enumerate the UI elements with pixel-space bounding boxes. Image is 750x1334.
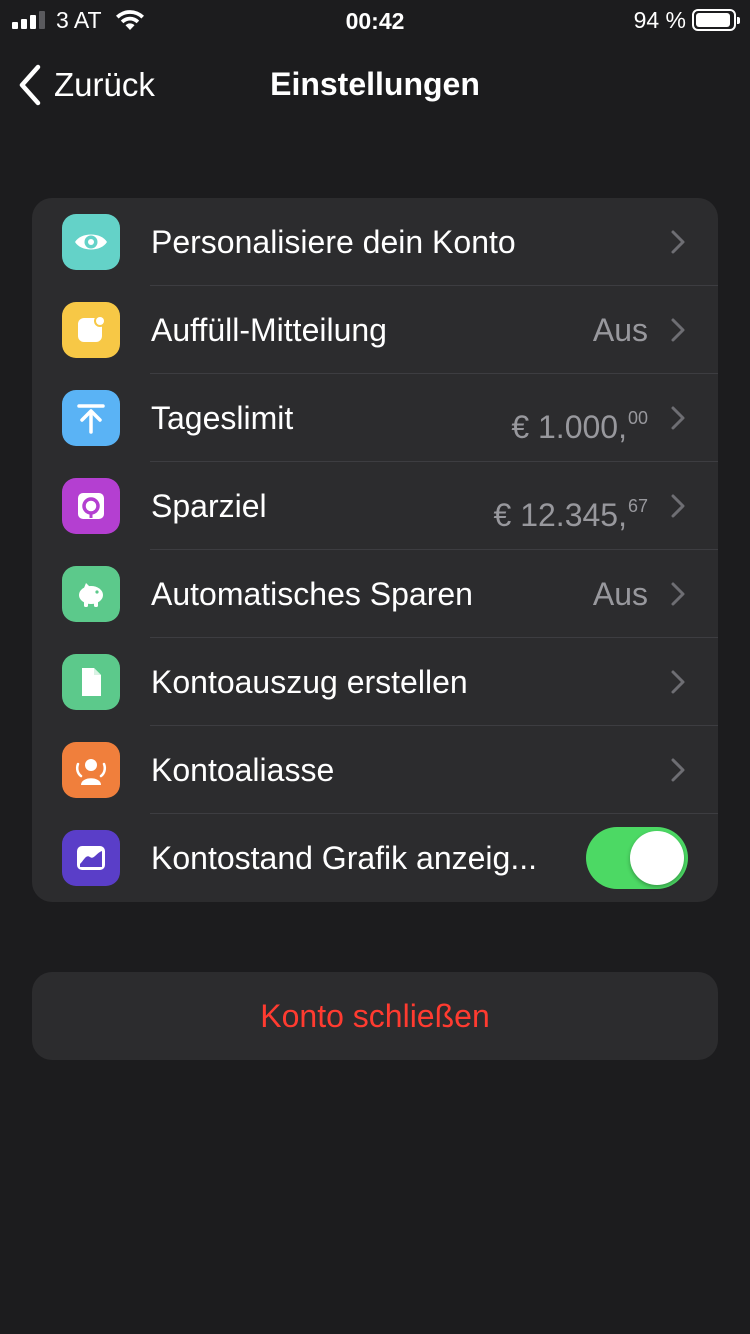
chevron-right-icon: [671, 230, 685, 254]
settings-row-label: Kontoaliasse: [151, 752, 335, 788]
document-icon: [62, 654, 120, 710]
settings-row-document[interactable]: Kontoauszug erstellen: [32, 638, 718, 726]
close-account-button[interactable]: Konto schließen: [32, 972, 718, 1060]
settings-row-value: Aus: [592, 576, 648, 612]
settings-row-label: Kontoauszug erstellen: [151, 664, 468, 700]
status-bar: 3 AT 00:42 94 %: [0, 0, 750, 40]
status-right: 94 %: [633, 6, 740, 33]
settings-row-label: Sparziel: [151, 488, 267, 524]
chevron-right-icon: [671, 406, 685, 430]
chevron-right-icon: [671, 670, 685, 694]
upload-limit-icon: [62, 390, 120, 446]
chevron-right-icon: [671, 494, 685, 518]
settings-row-label: Kontostand Grafik anzeig...: [151, 840, 537, 876]
battery-percentage: 94 %: [633, 6, 686, 33]
eye-icon: [62, 214, 120, 270]
settings-screen: 3 AT 00:42 94 % Zurück Einstellungen Per: [0, 0, 750, 1334]
navigation-bar: Zurück Einstellungen: [0, 44, 750, 124]
settings-row-label: Automatisches Sparen: [151, 576, 473, 612]
settings-row-savings-goal[interactable]: Sparziel € 12.345,67: [32, 462, 718, 550]
close-account-label: Konto schließen: [260, 997, 490, 1034]
settings-row-label: Auffüll-Mitteilung: [151, 312, 387, 348]
settings-row-label: Tageslimit: [151, 400, 294, 436]
value-cents: 00: [627, 408, 648, 428]
savings-goal-icon: [62, 478, 120, 534]
battery-level-fill: [696, 13, 730, 27]
settings-row-upload-limit[interactable]: Tageslimit € 1.000,00: [32, 374, 718, 462]
settings-row-label: Personalisiere dein Konto: [151, 224, 516, 260]
notification-icon: [62, 302, 120, 358]
chevron-right-icon: [671, 758, 685, 782]
settings-row-eye[interactable]: Personalisiere dein Konto: [32, 198, 718, 286]
piggy-bank-icon: [62, 566, 120, 622]
settings-list: Personalisiere dein Konto Auffüll-Mitteil…: [32, 198, 718, 902]
settings-row-piggy-bank[interactable]: Automatisches Sparen Aus: [32, 550, 718, 638]
aliases-icon: [62, 742, 120, 798]
settings-row-value: Aus: [592, 312, 648, 348]
settings-row-balance-chart[interactable]: Kontostand Grafik anzeig...: [32, 814, 718, 902]
balance-chart-toggle[interactable]: [586, 827, 688, 889]
chevron-right-icon: [671, 582, 685, 606]
settings-row-notification[interactable]: Auffüll-Mitteilung Aus: [32, 286, 718, 374]
page-title: Einstellungen: [270, 66, 480, 102]
battery-icon: [692, 9, 740, 31]
value-cents: 67: [627, 496, 648, 516]
settings-row-value: € 1.000,00: [511, 408, 648, 445]
settings-row-value: € 12.345,67: [493, 496, 648, 533]
toggle-knob: [630, 831, 684, 885]
chevron-right-icon: [671, 318, 685, 342]
balance-chart-icon: [62, 830, 120, 886]
settings-row-aliases[interactable]: Kontoaliasse: [32, 726, 718, 814]
